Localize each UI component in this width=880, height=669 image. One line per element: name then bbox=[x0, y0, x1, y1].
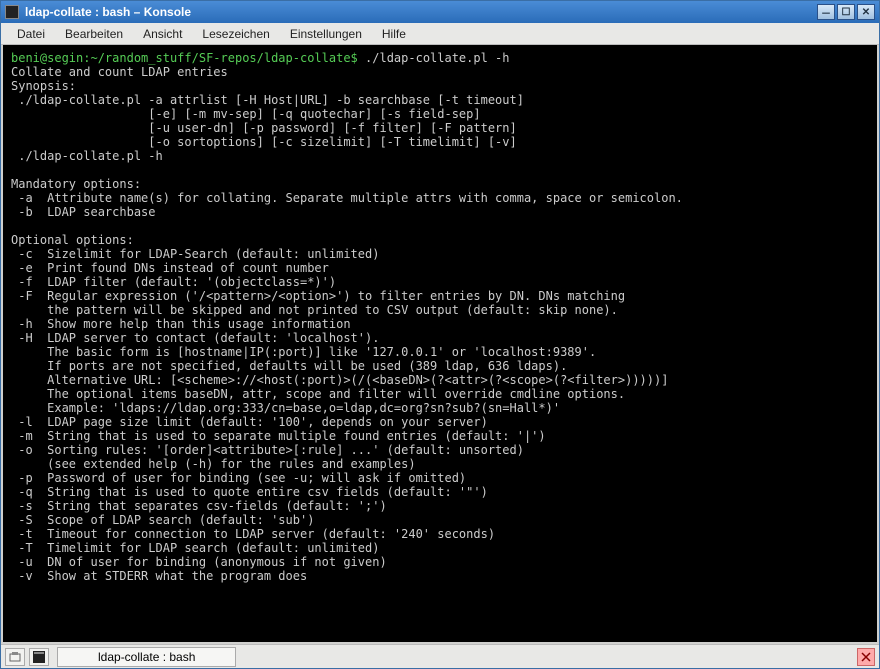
shell-prompt: beni@segin:~/random_stuff/SF-repos/ldap-… bbox=[11, 51, 365, 65]
close-button[interactable]: ✕ bbox=[857, 4, 875, 20]
terminal-icon bbox=[33, 651, 45, 663]
new-tab-button[interactable] bbox=[5, 648, 25, 666]
konsole-icon bbox=[5, 5, 19, 19]
menu-lesezeichen[interactable]: Lesezeichen bbox=[192, 25, 279, 43]
terminal[interactable]: beni@segin:~/random_stuff/SF-repos/ldap-… bbox=[1, 45, 879, 644]
shell-command: ./ldap-collate.pl -h bbox=[365, 51, 510, 65]
tab-active[interactable]: ldap-collate : bash bbox=[57, 647, 236, 667]
menu-bearbeiten[interactable]: Bearbeiten bbox=[55, 25, 133, 43]
terminal-tab-icon-button[interactable] bbox=[29, 648, 49, 666]
close-tab-button[interactable] bbox=[857, 648, 875, 666]
minimize-button[interactable]: － bbox=[817, 4, 835, 20]
maximize-button[interactable]: ☐ bbox=[837, 4, 855, 20]
close-icon bbox=[861, 652, 871, 662]
window-title: ldap-collate : bash – Konsole bbox=[25, 5, 815, 19]
menubar: Datei Bearbeiten Ansicht Lesezeichen Ein… bbox=[1, 23, 879, 45]
statusbar: ldap-collate : bash bbox=[1, 644, 879, 668]
menu-einstellungen[interactable]: Einstellungen bbox=[280, 25, 372, 43]
menu-ansicht[interactable]: Ansicht bbox=[133, 25, 192, 43]
menu-datei[interactable]: Datei bbox=[7, 25, 55, 43]
new-tab-icon bbox=[9, 651, 21, 663]
tab-label: ldap-collate : bash bbox=[98, 650, 195, 664]
window: ldap-collate : bash – Konsole － ☐ ✕ Date… bbox=[0, 0, 880, 669]
menu-hilfe[interactable]: Hilfe bbox=[372, 25, 416, 43]
titlebar[interactable]: ldap-collate : bash – Konsole － ☐ ✕ bbox=[1, 1, 879, 23]
shell-output: Collate and count LDAP entries Synopsis:… bbox=[11, 65, 683, 583]
